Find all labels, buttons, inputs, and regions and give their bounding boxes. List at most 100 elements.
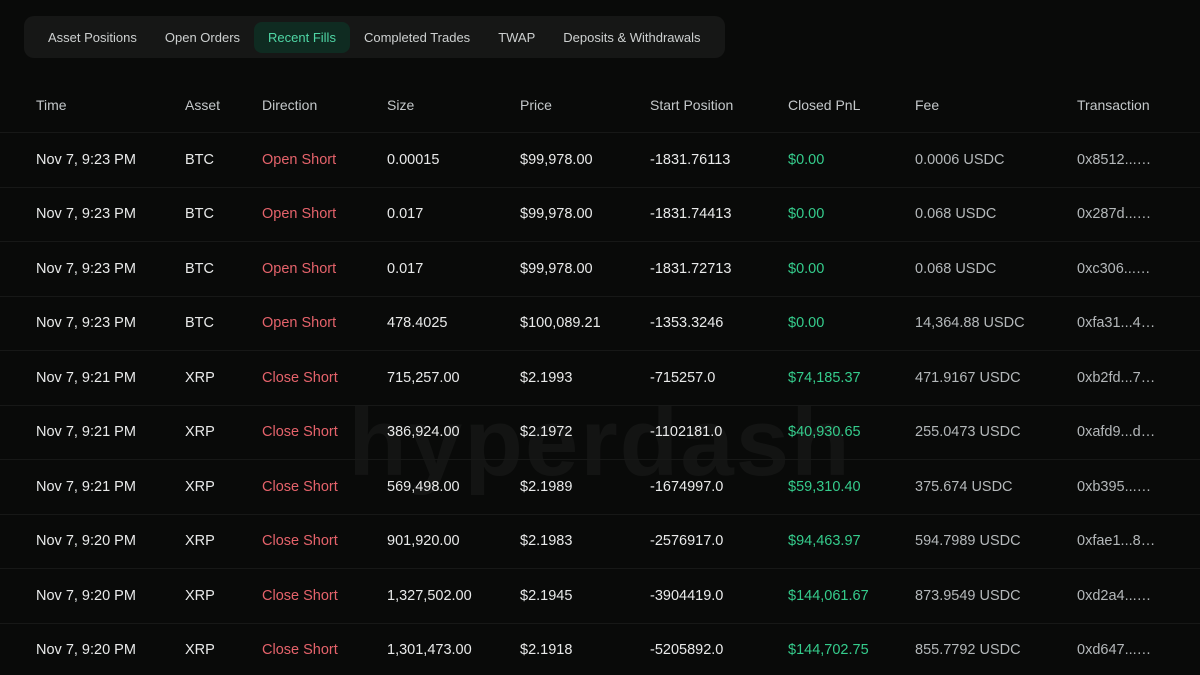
table-row: Nov 7, 9:20 PM XRP Close Short 1,327,502… bbox=[0, 568, 1200, 623]
table-row: Nov 7, 9:21 PM XRP Close Short 386,924.0… bbox=[0, 405, 1200, 460]
table-row: Nov 7, 9:23 PM BTC Open Short 0.00015 $9… bbox=[0, 132, 1200, 187]
transaction-link[interactable]: 0xc306...dee3 bbox=[1077, 261, 1164, 277]
cell-closed-pnl: $144,702.75 bbox=[788, 642, 915, 658]
cell-price: $2.1918 bbox=[520, 642, 650, 658]
cell-time: Nov 7, 9:23 PM bbox=[36, 261, 185, 277]
cell-direction: Open Short bbox=[262, 152, 387, 168]
cell-asset: BTC bbox=[185, 315, 262, 331]
tab-asset-positions[interactable]: Asset Positions bbox=[34, 22, 151, 53]
table-row: Nov 7, 9:23 PM BTC Open Short 0.017 $99,… bbox=[0, 187, 1200, 242]
cell-size: 901,920.00 bbox=[387, 533, 520, 549]
cell-price: $2.1983 bbox=[520, 533, 650, 549]
transaction-link[interactable]: 0xb395...a8fe bbox=[1077, 479, 1164, 495]
transaction-link[interactable]: 0x8512...32f3 bbox=[1077, 152, 1164, 168]
recent-fills-table: Time Asset Direction Size Price Start Po… bbox=[0, 78, 1200, 675]
column-header-closed-pnl: Closed PnL bbox=[788, 97, 915, 113]
table-row: Nov 7, 9:20 PM XRP Close Short 1,301,473… bbox=[0, 623, 1200, 675]
cell-closed-pnl: $74,185.37 bbox=[788, 370, 915, 386]
cell-asset: XRP bbox=[185, 370, 262, 386]
cell-size: 478.4025 bbox=[387, 315, 520, 331]
tab-recent-fills[interactable]: Recent Fills bbox=[254, 22, 350, 53]
cell-closed-pnl: $94,463.97 bbox=[788, 533, 915, 549]
cell-fee: 0.068 USDC bbox=[915, 261, 1077, 277]
transaction-link[interactable]: 0xfae1...81fb bbox=[1077, 533, 1164, 549]
cell-fee: 14,364.88 USDC bbox=[915, 315, 1077, 331]
cell-start-position: -1353.3246 bbox=[650, 315, 788, 331]
cell-asset: XRP bbox=[185, 479, 262, 495]
cell-asset: XRP bbox=[185, 642, 262, 658]
tab-open-orders[interactable]: Open Orders bbox=[151, 22, 254, 53]
cell-direction: Open Short bbox=[262, 206, 387, 222]
table-body: Nov 7, 9:23 PM BTC Open Short 0.00015 $9… bbox=[0, 132, 1200, 675]
cell-time: Nov 7, 9:20 PM bbox=[36, 642, 185, 658]
transaction-link[interactable]: 0x287d...abb1 bbox=[1077, 206, 1164, 222]
column-header-time: Time bbox=[36, 97, 185, 113]
cell-fee: 873.9549 USDC bbox=[915, 588, 1077, 604]
column-header-size: Size bbox=[387, 97, 520, 113]
cell-time: Nov 7, 9:20 PM bbox=[36, 588, 185, 604]
cell-time: Nov 7, 9:20 PM bbox=[36, 533, 185, 549]
tab-completed-trades[interactable]: Completed Trades bbox=[350, 22, 484, 53]
cell-start-position: -3904419.0 bbox=[650, 588, 788, 604]
cell-size: 0.017 bbox=[387, 206, 520, 222]
cell-asset: BTC bbox=[185, 261, 262, 277]
cell-size: 569,498.00 bbox=[387, 479, 520, 495]
cell-start-position: -715257.0 bbox=[650, 370, 788, 386]
cell-closed-pnl: $144,061.67 bbox=[788, 588, 915, 604]
table-row: Nov 7, 9:21 PM XRP Close Short 715,257.0… bbox=[0, 350, 1200, 405]
cell-size: 1,301,473.00 bbox=[387, 642, 520, 658]
cell-fee: 855.7792 USDC bbox=[915, 642, 1077, 658]
cell-direction: Close Short bbox=[262, 588, 387, 604]
cell-price: $2.1989 bbox=[520, 479, 650, 495]
transaction-link[interactable]: 0xb2fd...7089 bbox=[1077, 370, 1164, 386]
tab-bar: Asset Positions Open Orders Recent Fills… bbox=[24, 16, 725, 58]
cell-price: $99,978.00 bbox=[520, 206, 650, 222]
cell-time: Nov 7, 9:21 PM bbox=[36, 424, 185, 440]
table-row: Nov 7, 9:20 PM XRP Close Short 901,920.0… bbox=[0, 514, 1200, 569]
cell-closed-pnl: $0.00 bbox=[788, 152, 915, 168]
table-header-row: Time Asset Direction Size Price Start Po… bbox=[0, 78, 1200, 132]
cell-direction: Open Short bbox=[262, 315, 387, 331]
tab-deposits-withdrawals[interactable]: Deposits & Withdrawals bbox=[549, 22, 714, 53]
table-row: Nov 7, 9:23 PM BTC Open Short 0.017 $99,… bbox=[0, 241, 1200, 296]
cell-asset: BTC bbox=[185, 152, 262, 168]
cell-asset: XRP bbox=[185, 588, 262, 604]
cell-closed-pnl: $40,930.65 bbox=[788, 424, 915, 440]
cell-fee: 375.674 USDC bbox=[915, 479, 1077, 495]
transaction-link[interactable]: 0xfa31...4fa8 bbox=[1077, 315, 1164, 331]
cell-direction: Close Short bbox=[262, 533, 387, 549]
cell-start-position: -5205892.0 bbox=[650, 642, 788, 658]
cell-fee: 0.068 USDC bbox=[915, 206, 1077, 222]
cell-start-position: -1831.72713 bbox=[650, 261, 788, 277]
cell-price: $100,089.21 bbox=[520, 315, 650, 331]
cell-size: 0.017 bbox=[387, 261, 520, 277]
cell-size: 715,257.00 bbox=[387, 370, 520, 386]
column-header-price: Price bbox=[520, 97, 650, 113]
transaction-link[interactable]: 0xd2a4...deee bbox=[1077, 588, 1164, 604]
cell-start-position: -2576917.0 bbox=[650, 533, 788, 549]
cell-time: Nov 7, 9:23 PM bbox=[36, 206, 185, 222]
cell-fee: 255.0473 USDC bbox=[915, 424, 1077, 440]
cell-start-position: -1831.74413 bbox=[650, 206, 788, 222]
column-header-transaction: Transaction bbox=[1077, 97, 1164, 113]
transaction-link[interactable]: 0xd647...ceb9 bbox=[1077, 642, 1164, 658]
cell-price: $99,978.00 bbox=[520, 261, 650, 277]
cell-direction: Close Short bbox=[262, 642, 387, 658]
cell-asset: XRP bbox=[185, 424, 262, 440]
cell-start-position: -1102181.0 bbox=[650, 424, 788, 440]
cell-direction: Close Short bbox=[262, 479, 387, 495]
cell-asset: XRP bbox=[185, 533, 262, 549]
column-header-direction: Direction bbox=[262, 97, 387, 113]
cell-fee: 471.9167 USDC bbox=[915, 370, 1077, 386]
cell-asset: BTC bbox=[185, 206, 262, 222]
cell-price: $2.1993 bbox=[520, 370, 650, 386]
table-row: Nov 7, 9:23 PM BTC Open Short 478.4025 $… bbox=[0, 296, 1200, 351]
cell-size: 386,924.00 bbox=[387, 424, 520, 440]
tab-twap[interactable]: TWAP bbox=[484, 22, 549, 53]
cell-price: $2.1945 bbox=[520, 588, 650, 604]
cell-time: Nov 7, 9:23 PM bbox=[36, 152, 185, 168]
transaction-link[interactable]: 0xafd9...dd38 bbox=[1077, 424, 1164, 440]
cell-fee: 594.7989 USDC bbox=[915, 533, 1077, 549]
cell-direction: Close Short bbox=[262, 424, 387, 440]
cell-start-position: -1831.76113 bbox=[650, 152, 788, 168]
